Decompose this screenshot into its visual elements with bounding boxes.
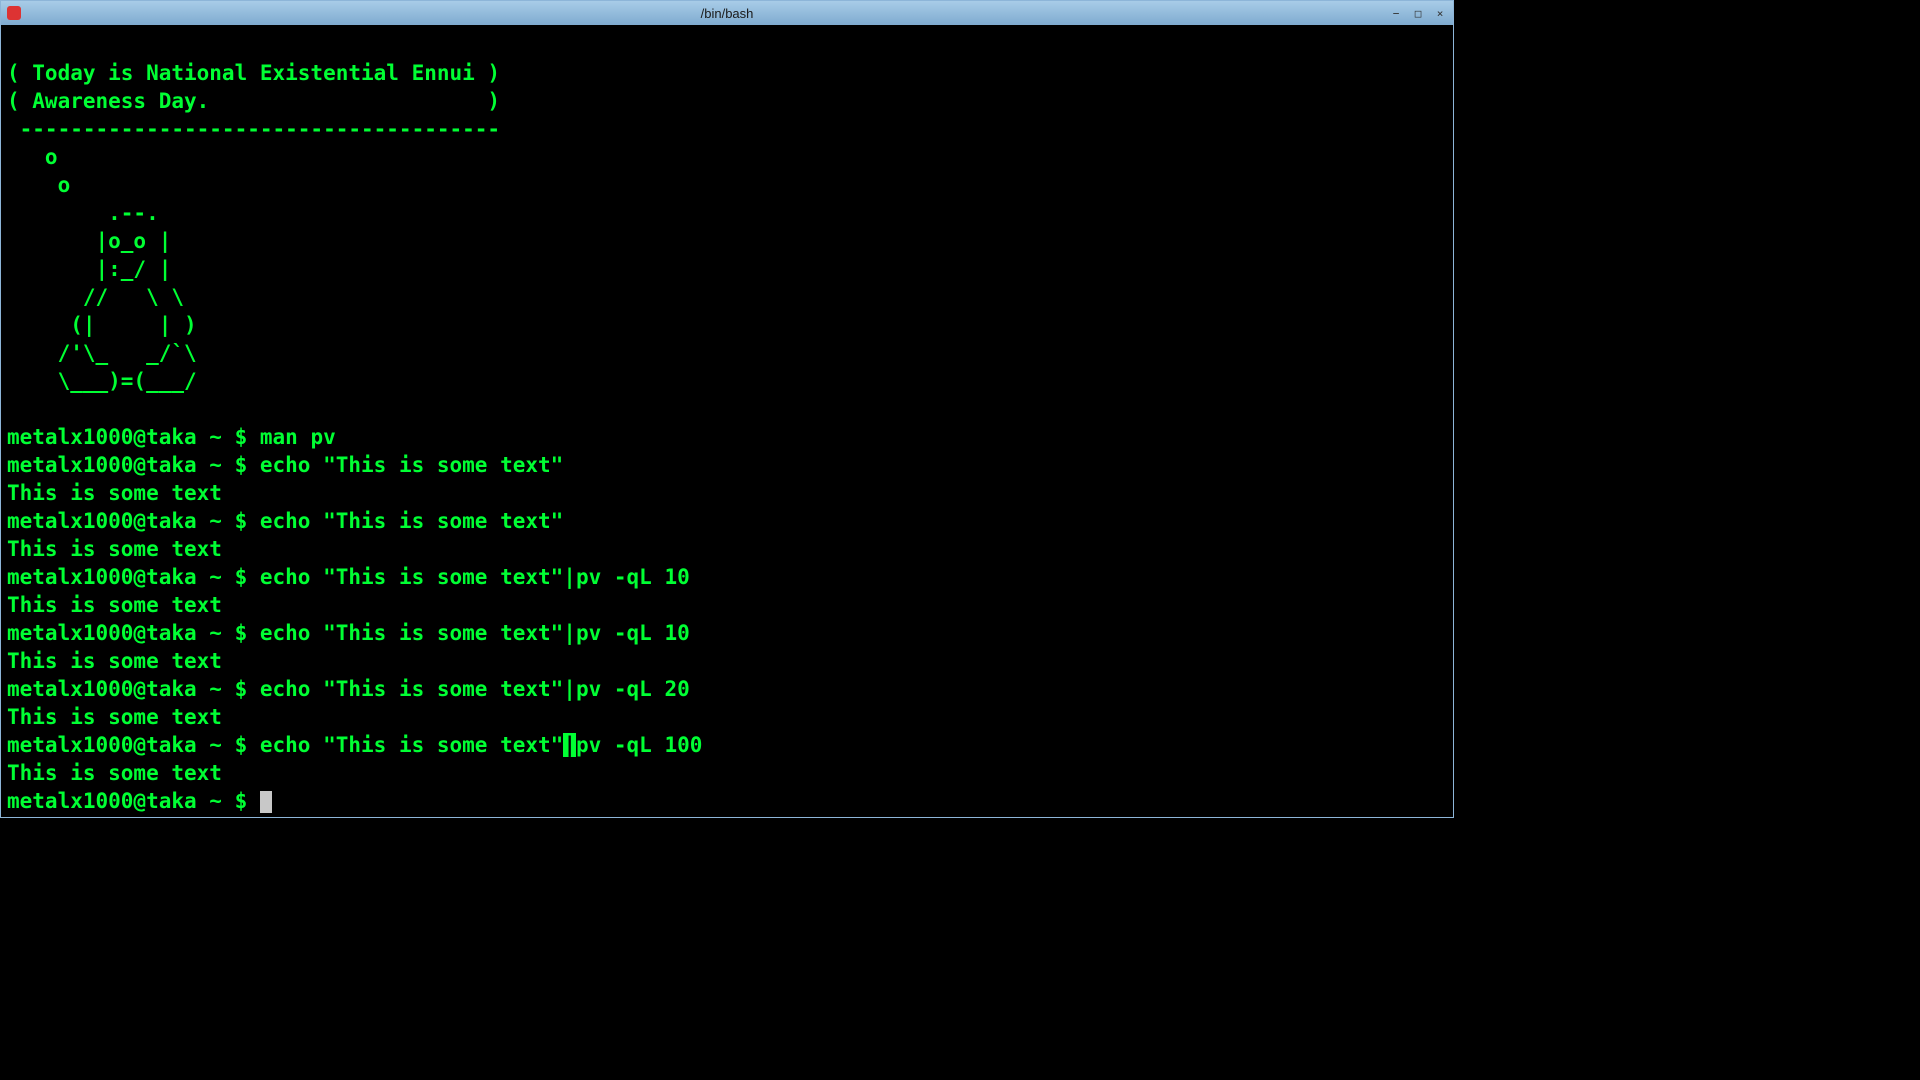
titlebar[interactable]: /bin/bash − □ × — [1, 1, 1453, 25]
blank-line — [7, 397, 20, 421]
prompt-user-host: metalx1000@taka — [7, 565, 197, 589]
minimize-icon[interactable]: − — [1387, 6, 1405, 20]
ascii-line: ( Today is National Existential Ennui ) — [7, 61, 500, 85]
ascii-line: /'\_ _/`\ — [7, 341, 197, 365]
command-text: echo "This is some text"|pv -qL 10 — [260, 565, 690, 589]
command-text: echo "This is some text" — [260, 733, 563, 757]
ascii-line: (| | ) — [7, 313, 197, 337]
prompt-path: ~ $ — [197, 621, 260, 645]
prompt-user-host: metalx1000@taka — [7, 789, 197, 813]
prompt-path: ~ $ — [197, 789, 260, 813]
output-line: This is some text — [7, 761, 222, 785]
output-line: This is some text — [7, 649, 222, 673]
output-line: This is some text — [7, 537, 222, 561]
prompt-user-host: metalx1000@taka — [7, 733, 197, 757]
cursor — [260, 791, 272, 813]
command-text: echo "This is some text"|pv -qL 20 — [260, 677, 690, 701]
prompt-user-host: metalx1000@taka — [7, 621, 197, 645]
prompt-path: ~ $ — [197, 677, 260, 701]
output-line: This is some text — [7, 481, 222, 505]
highlighted-pipe: | — [563, 733, 576, 757]
output-line: This is some text — [7, 705, 222, 729]
terminal-window: /bin/bash − □ × ( Today is National Exis… — [0, 0, 1454, 818]
app-icon — [7, 6, 21, 20]
maximize-icon[interactable]: □ — [1409, 6, 1427, 20]
close-icon[interactable]: × — [1431, 6, 1449, 20]
window-controls: − □ × — [1387, 6, 1449, 20]
command-text: echo "This is some text"|pv -qL 10 — [260, 621, 690, 645]
command-text: pv -qL 100 — [576, 733, 702, 757]
ascii-line: o — [7, 173, 70, 197]
ascii-line: // \ \ — [7, 285, 184, 309]
command-text: echo "This is some text" — [260, 453, 563, 477]
prompt-path: ~ $ — [197, 509, 260, 533]
prompt-user-host: metalx1000@taka — [7, 509, 197, 533]
window-title: /bin/bash — [701, 6, 754, 21]
ascii-line: .--. — [7, 201, 159, 225]
ascii-line: o — [7, 145, 58, 169]
prompt-path: ~ $ — [197, 425, 260, 449]
ascii-line: \___)=(___/ — [7, 369, 197, 393]
prompt-user-host: metalx1000@taka — [7, 425, 197, 449]
ascii-line: |o_o | — [7, 229, 171, 253]
ascii-line: |:_/ | — [7, 257, 171, 281]
ascii-line: -------------------------------------- — [7, 117, 500, 141]
prompt-path: ~ $ — [197, 453, 260, 477]
ascii-line: ( Awareness Day. ) — [7, 89, 500, 113]
output-line: This is some text — [7, 593, 222, 617]
terminal-content[interactable]: ( Today is National Existential Ennui ) … — [1, 25, 1453, 821]
prompt-path: ~ $ — [197, 733, 260, 757]
prompt-user-host: metalx1000@taka — [7, 453, 197, 477]
command-text: man pv — [260, 425, 336, 449]
prompt-path: ~ $ — [197, 565, 260, 589]
command-text: echo "This is some text" — [260, 509, 563, 533]
prompt-user-host: metalx1000@taka — [7, 677, 197, 701]
